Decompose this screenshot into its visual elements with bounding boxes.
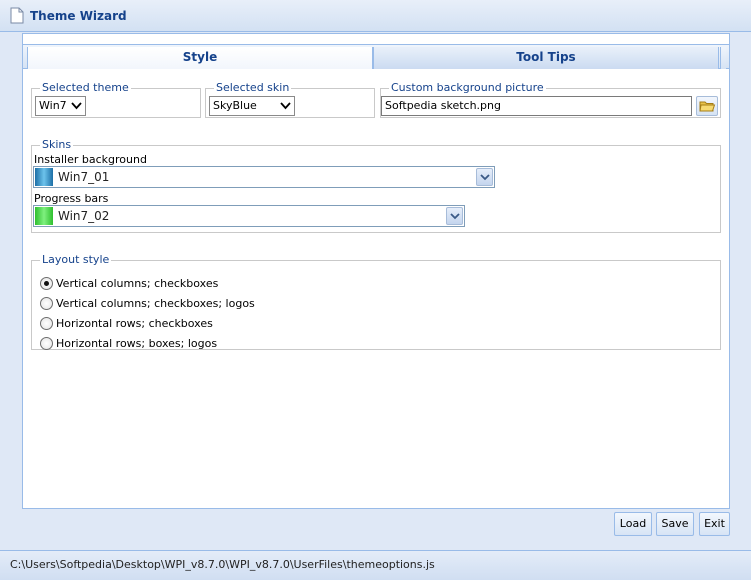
dropdown-button[interactable] (446, 207, 463, 225)
dropdown-button[interactable] (476, 168, 493, 186)
load-button[interactable]: Load (614, 512, 652, 536)
custom-background-input[interactable]: Softpedia sketch.png (381, 96, 692, 116)
progress-bars-select[interactable]: Win7_02 (33, 205, 465, 227)
radio-button[interactable] (40, 317, 53, 330)
layout-option-label: Horizontal rows; boxes; logos (56, 337, 218, 350)
window-title: Theme Wizard (30, 9, 127, 23)
radio-selected-dot (44, 281, 49, 286)
selected-skin-legend: Selected skin (216, 81, 290, 94)
chevron-down-icon (450, 213, 460, 220)
tab-bar-edge (720, 47, 726, 69)
selected-theme-legend: Selected theme (42, 81, 129, 94)
title-bar: Theme Wizard (0, 0, 751, 32)
skin-select[interactable]: SkyBlue (209, 96, 295, 116)
custom-background-legend: Custom background picture (391, 81, 544, 94)
radio-button[interactable] (40, 337, 53, 350)
tab-tool-tips[interactable]: Tool Tips (373, 47, 719, 69)
chevron-down-icon (480, 174, 490, 181)
file-path: C:\Users\Softpedia\Desktop\WPI_v8.7.0\WP… (10, 558, 435, 571)
theme-select[interactable]: Win7 (35, 96, 86, 116)
folder-icon (699, 101, 716, 112)
main-panel: Style Tool Tips Selected theme Win7 Sele… (22, 33, 730, 509)
installer-background-select[interactable]: Win7_01 (33, 166, 495, 188)
installer-background-label: Installer background (34, 153, 147, 166)
layout-option-label: Vertical columns; checkboxes; logos (56, 297, 255, 310)
skins-legend: Skins (42, 138, 72, 151)
document-icon (10, 7, 24, 24)
layout-option-label: Horizontal rows; checkboxes (56, 317, 213, 330)
chevron-down-icon (71, 102, 82, 110)
exit-button[interactable]: Exit (699, 512, 730, 536)
chevron-down-icon (280, 102, 291, 110)
installer-background-swatch (35, 168, 53, 186)
theme-select-value: Win7 (39, 99, 67, 112)
layout-style-legend: Layout style (42, 253, 110, 266)
progress-bars-label: Progress bars (34, 192, 109, 205)
radio-button[interactable] (40, 297, 53, 310)
browse-folder-button[interactable] (696, 96, 718, 116)
layout-option-label: Vertical columns; checkboxes (56, 277, 219, 290)
save-button[interactable]: Save (656, 512, 694, 536)
progress-bars-swatch (35, 207, 53, 225)
installer-background-value: Win7_01 (58, 170, 110, 184)
layout-style-group: Layout style Vertical columns; checkboxe… (31, 254, 721, 350)
radio-button[interactable] (40, 277, 53, 290)
skin-select-value: SkyBlue (213, 99, 257, 112)
status-bar: C:\Users\Softpedia\Desktop\WPI_v8.7.0\WP… (0, 550, 751, 580)
tab-bar: Style Tool Tips (23, 44, 729, 69)
progress-bars-value: Win7_02 (58, 209, 110, 223)
tab-style[interactable]: Style (27, 47, 373, 69)
